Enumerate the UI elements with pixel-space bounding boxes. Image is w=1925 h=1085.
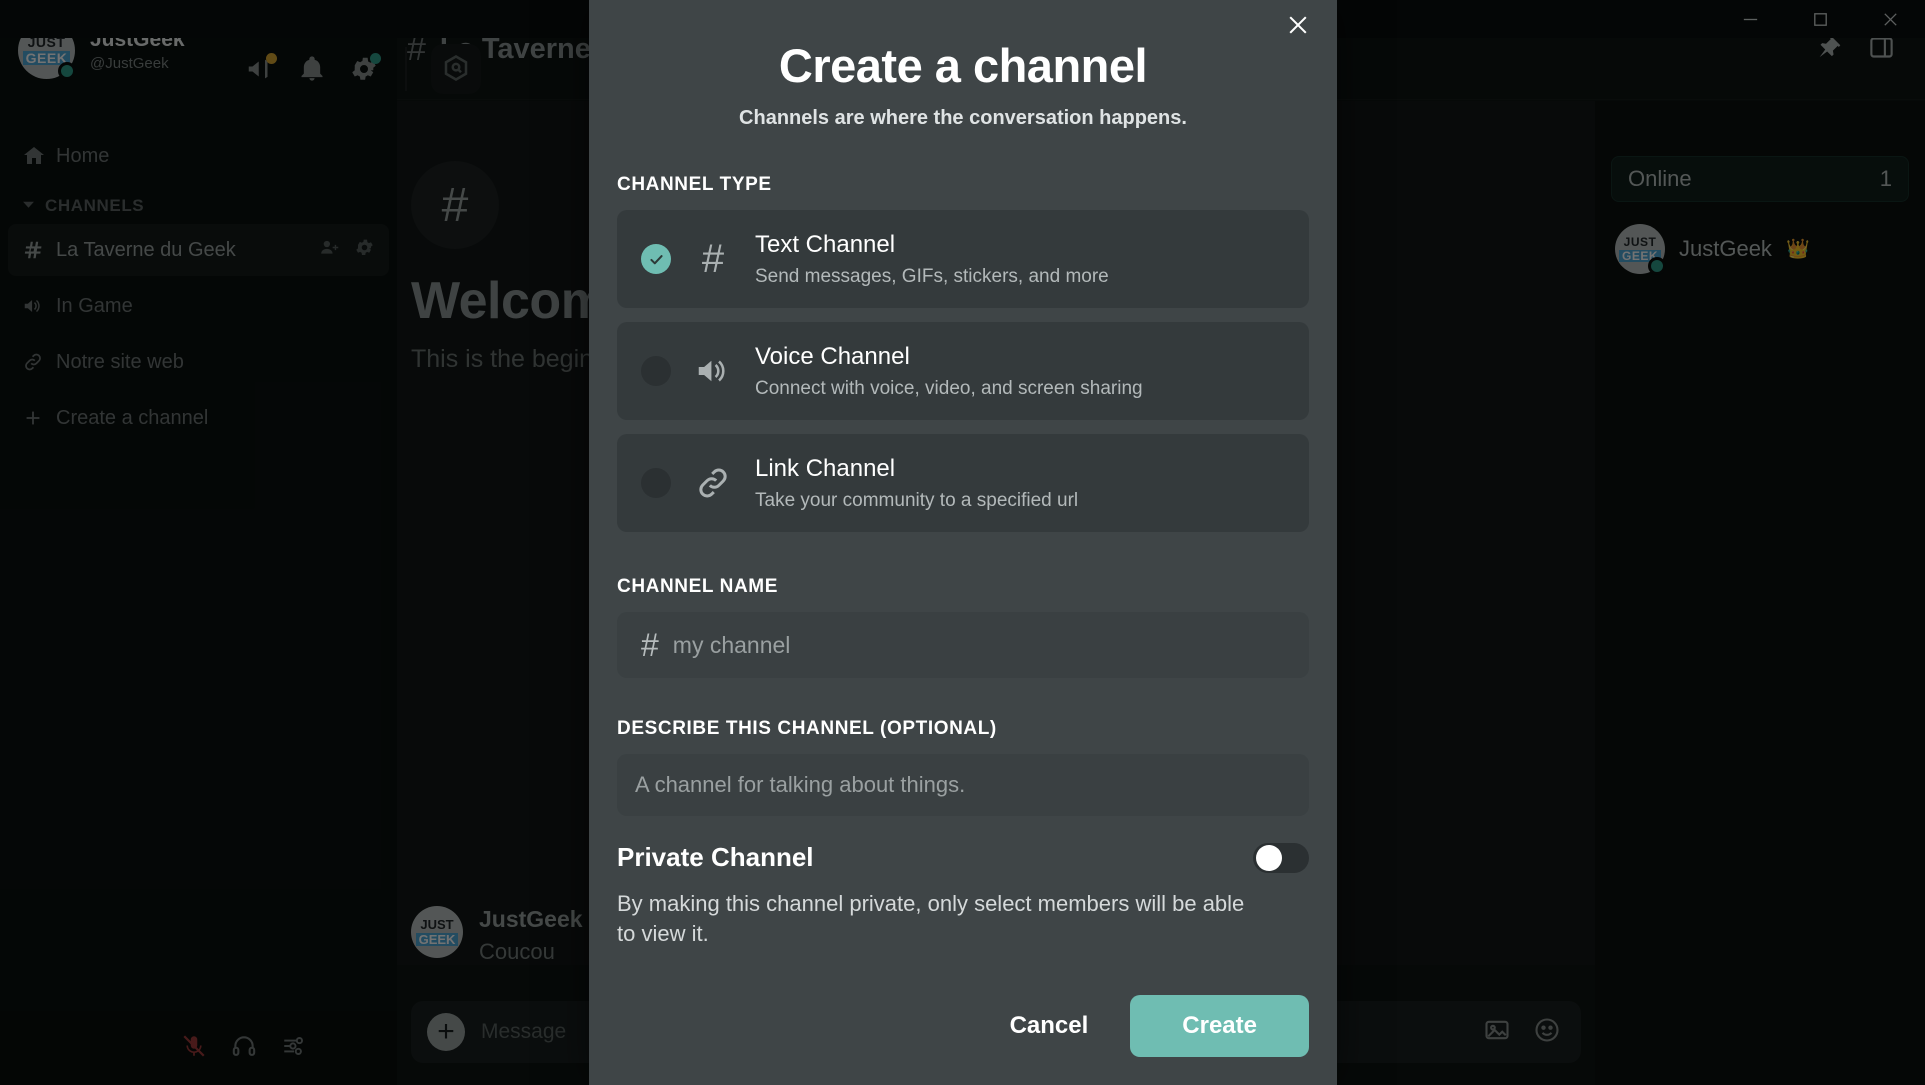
channel-type-option-voice[interactable]: Voice Channel Connect with voice, video,…	[617, 322, 1309, 420]
channel-name-label: CHANNEL NAME	[617, 576, 778, 597]
radio-unselected-icon[interactable]	[641, 468, 671, 498]
describe-channel-label: DESCRIBE THIS CHANNEL (OPTIONAL)	[617, 718, 997, 739]
speaker-icon	[691, 352, 735, 390]
dialog-body: CHANNEL TYPE # Text Channel Send message…	[589, 174, 1337, 995]
dialog-subtitle: Channels are where the conversation happ…	[739, 107, 1187, 129]
toggle-knob	[1256, 844, 1282, 871]
private-channel-description: By making this channel private, only sel…	[617, 891, 1245, 947]
channel-type-desc: Take your community to a specified url	[755, 489, 1079, 511]
channel-type-title: Link Channel	[755, 454, 896, 482]
create-channel-dialog: Create a channel Channels are where the …	[589, 0, 1337, 1085]
channel-type-label: CHANNEL TYPE	[617, 174, 772, 195]
dialog-header: Create a channel Channels are where the …	[589, 0, 1337, 130]
radio-unselected-icon[interactable]	[641, 356, 671, 386]
channel-description-placeholder: A channel for talking about things.	[635, 772, 966, 797]
dialog-title: Create a channel	[778, 39, 1148, 92]
channel-type-desc: Connect with voice, video, and screen sh…	[755, 377, 1143, 399]
channel-name-input[interactable]: # my channel	[617, 612, 1309, 678]
cancel-button[interactable]: Cancel	[980, 996, 1119, 1056]
channel-name-placeholder: my channel	[672, 631, 791, 658]
private-channel-toggle[interactable]	[1253, 842, 1309, 873]
channel-type-title: Text Channel	[755, 230, 896, 258]
private-channel-label: Private Channel	[617, 842, 814, 872]
app-window: JUST GEEK JustGeek @JustGeek	[0, 0, 1925, 1085]
private-channel-row: Private Channel	[617, 842, 1309, 873]
channel-description-input[interactable]: A channel for talking about things.	[617, 754, 1309, 816]
channel-type-options: # Text Channel Send messages, GIFs, stic…	[617, 210, 1309, 532]
channel-type-title: Voice Channel	[755, 342, 910, 370]
close-icon[interactable]	[1281, 8, 1315, 42]
hash-icon: #	[701, 237, 725, 281]
link-icon	[691, 464, 735, 502]
dialog-footer: Cancel Create	[589, 995, 1337, 1085]
channel-type-desc: Send messages, GIFs, stickers, and more	[755, 265, 1109, 287]
channel-type-option-link[interactable]: Link Channel Take your community to a sp…	[617, 434, 1309, 532]
hash-icon: #	[641, 626, 659, 663]
channel-type-option-text[interactable]: # Text Channel Send messages, GIFs, stic…	[617, 210, 1309, 308]
create-button[interactable]: Create	[1130, 995, 1309, 1057]
radio-selected-icon[interactable]	[641, 244, 671, 274]
